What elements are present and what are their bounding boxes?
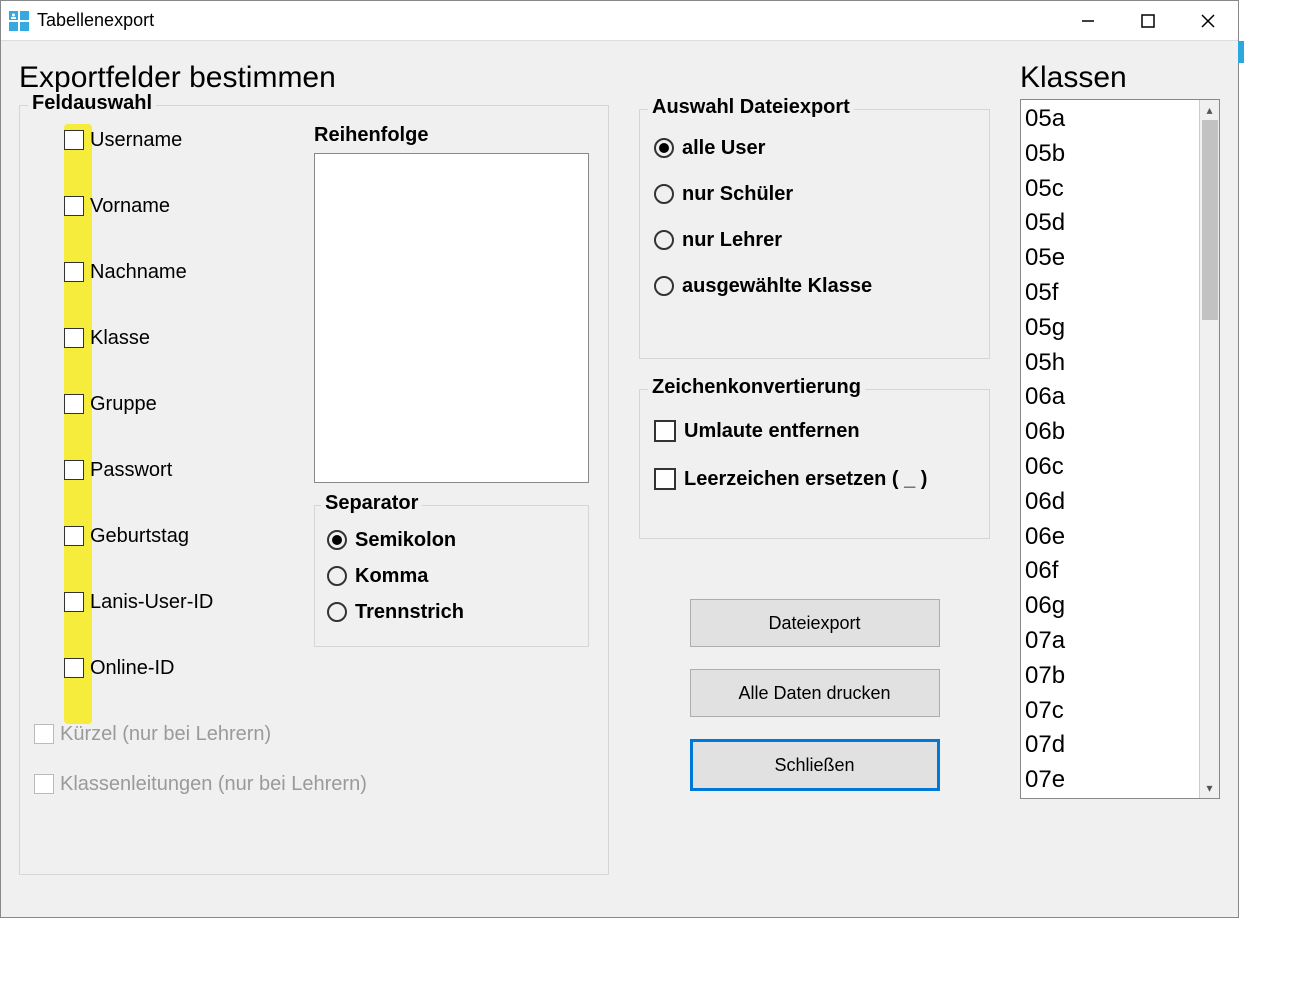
export-button[interactable]: Dateiexport bbox=[690, 599, 940, 647]
field-checkbox-column: Username Vorname Nachname Klasse Gruppe … bbox=[34, 124, 294, 818]
order-label: Reihenfolge bbox=[314, 124, 594, 147]
label-komma: Komma bbox=[355, 565, 428, 588]
close-button[interactable] bbox=[1178, 1, 1238, 41]
titlebar: Tabellenexport bbox=[1, 1, 1238, 41]
export-selection-legend: Auswahl Dateiexport bbox=[648, 96, 854, 119]
label-nur-lehrer: nur Lehrer bbox=[682, 229, 782, 252]
print-button[interactable]: Alle Daten drucken bbox=[690, 669, 940, 717]
edge-accent bbox=[1238, 41, 1244, 63]
char-conversion-legend: Zeichenkonvertierung bbox=[648, 376, 865, 399]
checkbox-passwort[interactable] bbox=[64, 460, 84, 480]
content: Exportfelder bestimmen Feldauswahl Usern… bbox=[1, 41, 1238, 917]
label-semikolon: Semikolon bbox=[355, 529, 456, 552]
label-umlaute: Umlaute entfernen bbox=[684, 420, 860, 443]
checkbox-lanis-user-id[interactable] bbox=[64, 592, 84, 612]
klassen-item[interactable]: 07d bbox=[1025, 728, 1195, 763]
app-icon bbox=[9, 11, 29, 31]
checkbox-umlaute[interactable] bbox=[654, 420, 676, 442]
radio-komma[interactable] bbox=[327, 566, 347, 586]
klassen-item[interactable]: 05e bbox=[1025, 241, 1195, 276]
klassen-item[interactable]: 05f bbox=[1025, 276, 1195, 311]
checkbox-username[interactable] bbox=[64, 130, 84, 150]
label-klassenleitungen: Klassenleitungen (nur bei Lehrern) bbox=[60, 773, 367, 796]
klassen-item[interactable]: 05h bbox=[1025, 346, 1195, 381]
close-dialog-button-label: Schließen bbox=[774, 755, 854, 776]
radio-nur-lehrer[interactable] bbox=[654, 230, 674, 250]
scroll-thumb[interactable] bbox=[1202, 120, 1218, 320]
scrollbar[interactable]: ▴ ▾ bbox=[1199, 100, 1219, 798]
checkbox-klassenleitungen bbox=[34, 774, 54, 794]
checkbox-gruppe[interactable] bbox=[64, 394, 84, 414]
label-alle-user: alle User bbox=[682, 137, 765, 160]
label-leerzeichen: Leerzeichen ersetzen ( _ ) bbox=[684, 468, 927, 491]
label-nur-schueler: nur Schüler bbox=[682, 183, 793, 206]
label-lanis-user-id: Lanis-User-ID bbox=[90, 591, 213, 614]
order-listbox[interactable] bbox=[314, 153, 589, 483]
klassen-listbox[interactable]: 05a05b05c05d05e05f05g05h06a06b06c06d06e0… bbox=[1020, 99, 1220, 799]
radio-semikolon[interactable] bbox=[327, 530, 347, 550]
feldauswahl-legend: Feldauswahl bbox=[28, 92, 156, 115]
order-separator-column: Reihenfolge Separator Semikolon Komma Tr… bbox=[314, 124, 594, 818]
scroll-down-arrow-icon[interactable]: ▾ bbox=[1200, 778, 1219, 798]
radio-ausgewaehlte-klasse[interactable] bbox=[654, 276, 674, 296]
checkbox-leerzeichen[interactable] bbox=[654, 468, 676, 490]
page-heading: Exportfelder bestimmen bbox=[19, 61, 609, 95]
klassen-item[interactable]: 06c bbox=[1025, 450, 1195, 485]
checkbox-klasse[interactable] bbox=[64, 328, 84, 348]
label-kuerzel: Kürzel (nur bei Lehrern) bbox=[60, 723, 271, 746]
left-column: Exportfelder bestimmen Feldauswahl Usern… bbox=[19, 51, 609, 875]
label-klasse: Klasse bbox=[90, 327, 150, 350]
button-stack: Dateiexport Alle Daten drucken Schließen bbox=[639, 599, 990, 791]
close-dialog-button[interactable]: Schließen bbox=[690, 739, 940, 791]
klassen-item[interactable]: 05c bbox=[1025, 172, 1195, 207]
radio-alle-user[interactable] bbox=[654, 138, 674, 158]
label-passwort: Passwort bbox=[90, 459, 172, 482]
export-selection-group: Auswahl Dateiexport alle User nur Schüle… bbox=[639, 109, 990, 359]
label-ausgewaehlte-klasse: ausgewählte Klasse bbox=[682, 275, 872, 298]
klassen-list-items[interactable]: 05a05b05c05d05e05f05g05h06a06b06c06d06e0… bbox=[1021, 100, 1199, 798]
klassen-heading: Klassen bbox=[1020, 61, 1220, 95]
label-geburtstag: Geburtstag bbox=[90, 525, 189, 548]
klassen-item[interactable]: 07a bbox=[1025, 624, 1195, 659]
klassen-item[interactable]: 06g bbox=[1025, 589, 1195, 624]
klassen-item[interactable]: 07e bbox=[1025, 763, 1195, 798]
label-trennstrich: Trennstrich bbox=[355, 601, 464, 624]
klassen-item[interactable]: 05g bbox=[1025, 311, 1195, 346]
checkbox-nachname[interactable] bbox=[64, 262, 84, 282]
klassen-item[interactable]: 07b bbox=[1025, 659, 1195, 694]
right-column: Klassen 05a05b05c05d05e05f05g05h06a06b06… bbox=[1020, 51, 1220, 875]
radio-nur-schueler[interactable] bbox=[654, 184, 674, 204]
char-conversion-group: Zeichenkonvertierung Umlaute entfernen L… bbox=[639, 389, 990, 539]
klassen-item[interactable]: 05d bbox=[1025, 206, 1195, 241]
print-button-label: Alle Daten drucken bbox=[738, 683, 890, 704]
checkbox-online-id[interactable] bbox=[64, 658, 84, 678]
klassen-item[interactable]: 05b bbox=[1025, 137, 1195, 172]
klassen-item[interactable]: 06e bbox=[1025, 520, 1195, 555]
label-gruppe: Gruppe bbox=[90, 393, 157, 416]
checkbox-kuerzel bbox=[34, 724, 54, 744]
klassen-item[interactable]: 06a bbox=[1025, 380, 1195, 415]
separator-legend: Separator bbox=[321, 492, 422, 515]
label-online-id: Online-ID bbox=[90, 657, 174, 680]
maximize-button[interactable] bbox=[1118, 1, 1178, 41]
feldauswahl-group: Feldauswahl Username Vorname Nachname Kl… bbox=[19, 105, 609, 875]
klassen-item[interactable]: 05a bbox=[1025, 102, 1195, 137]
scroll-up-arrow-icon[interactable]: ▴ bbox=[1200, 100, 1219, 120]
label-username: Username bbox=[90, 129, 182, 152]
radio-trennstrich[interactable] bbox=[327, 602, 347, 622]
middle-column: Auswahl Dateiexport alle User nur Schüle… bbox=[639, 51, 990, 875]
window: Tabellenexport Exportfelder bestimmen Fe… bbox=[0, 0, 1239, 918]
label-nachname: Nachname bbox=[90, 261, 187, 284]
klassen-item[interactable]: 07c bbox=[1025, 694, 1195, 729]
minimize-button[interactable] bbox=[1058, 1, 1118, 41]
label-vorname: Vorname bbox=[90, 195, 170, 218]
checkbox-vorname[interactable] bbox=[64, 196, 84, 216]
klassen-item[interactable]: 06b bbox=[1025, 415, 1195, 450]
export-button-label: Dateiexport bbox=[768, 613, 860, 634]
separator-group: Separator Semikolon Komma Trennstrich bbox=[314, 505, 589, 647]
klassen-item[interactable]: 06d bbox=[1025, 485, 1195, 520]
window-title: Tabellenexport bbox=[37, 10, 1058, 31]
klassen-item[interactable]: 06f bbox=[1025, 554, 1195, 589]
checkbox-geburtstag[interactable] bbox=[64, 526, 84, 546]
